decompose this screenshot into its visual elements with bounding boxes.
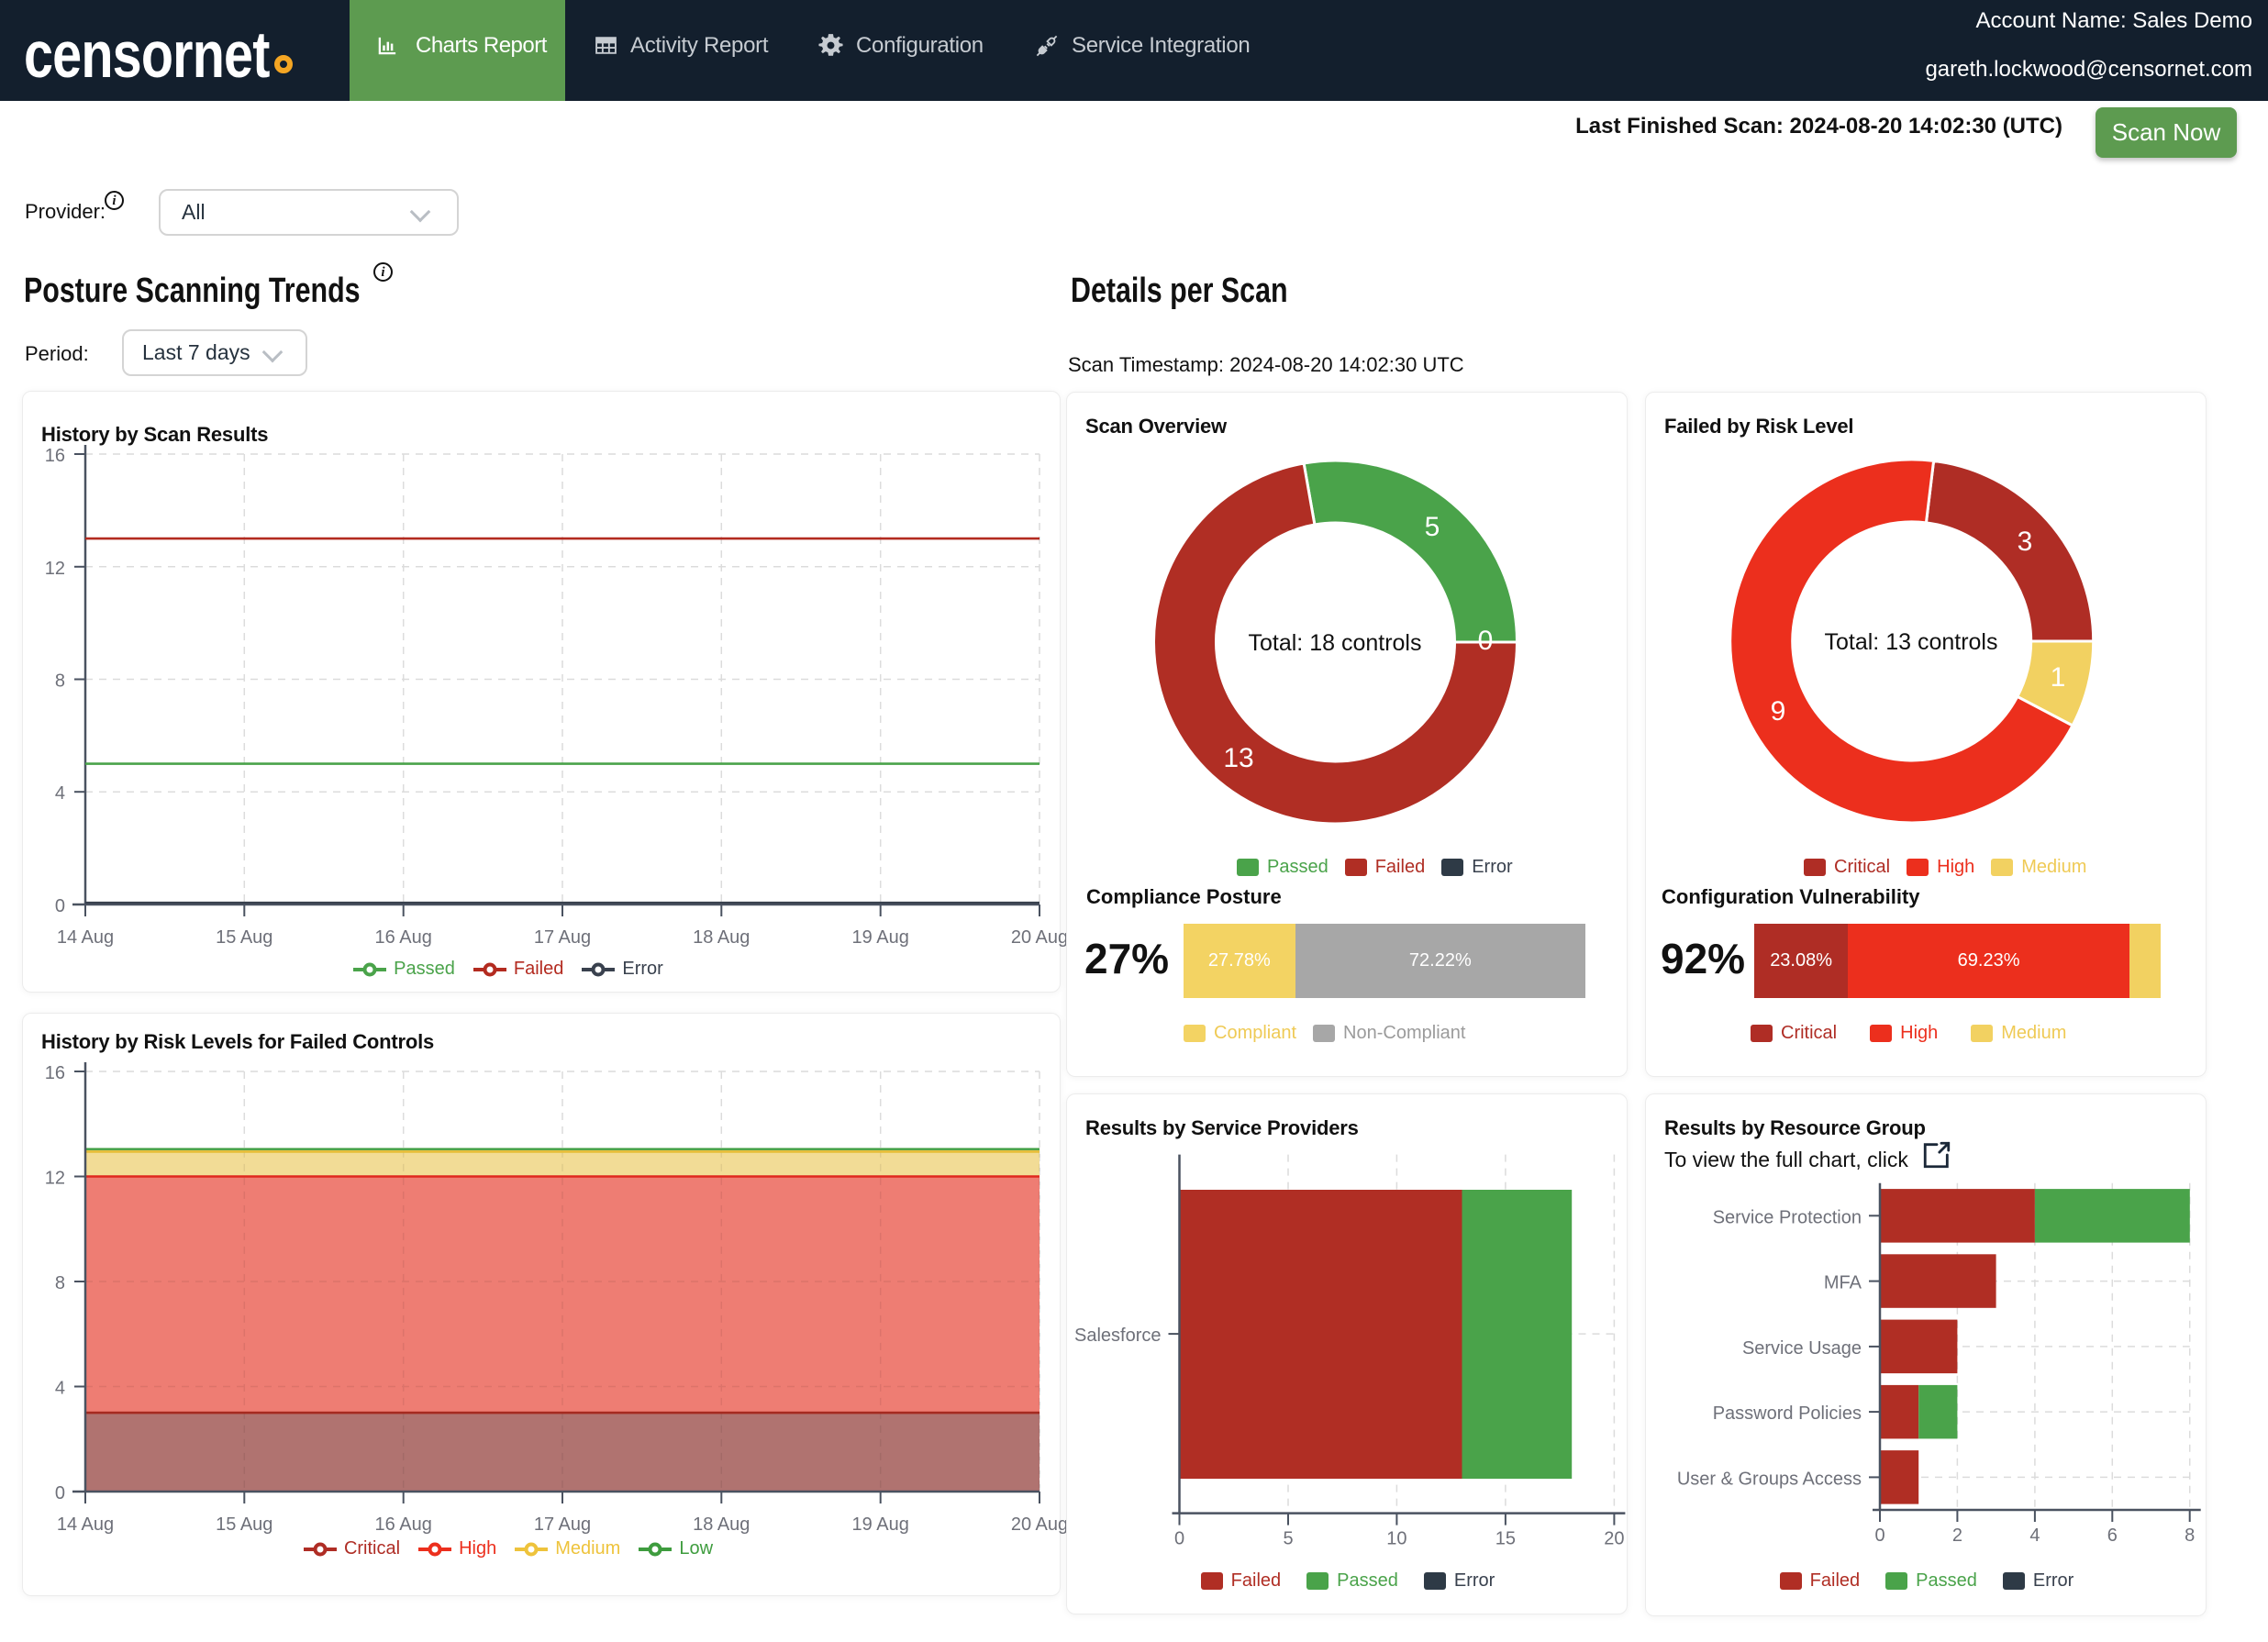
svg-text:Service Usage: Service Usage bbox=[1742, 1338, 1862, 1359]
svg-text:MFA: MFA bbox=[1824, 1273, 1862, 1293]
svg-text:4: 4 bbox=[55, 1379, 65, 1399]
svg-text:16 Aug: 16 Aug bbox=[375, 927, 432, 948]
svg-text:0: 0 bbox=[1478, 626, 1494, 656]
svg-text:20: 20 bbox=[1604, 1529, 1624, 1549]
svg-text:8: 8 bbox=[55, 671, 65, 692]
svg-text:2: 2 bbox=[1952, 1526, 1962, 1546]
svg-text:0: 0 bbox=[1874, 1526, 1884, 1546]
svg-text:12: 12 bbox=[45, 1169, 65, 1189]
svg-text:User & Groups Access: User & Groups Access bbox=[1677, 1469, 1862, 1489]
svg-text:16: 16 bbox=[45, 1063, 65, 1083]
svg-text:0: 0 bbox=[55, 1483, 65, 1503]
svg-text:3: 3 bbox=[2018, 527, 2033, 557]
svg-text:20 Aug: 20 Aug bbox=[1011, 1514, 1068, 1535]
svg-text:0: 0 bbox=[55, 896, 65, 916]
svg-text:16: 16 bbox=[45, 446, 65, 466]
svg-text:4: 4 bbox=[55, 783, 65, 804]
svg-text:15 Aug: 15 Aug bbox=[216, 1514, 272, 1535]
svg-text:5: 5 bbox=[1425, 512, 1440, 542]
svg-text:14 Aug: 14 Aug bbox=[57, 927, 114, 948]
svg-text:0: 0 bbox=[1174, 1529, 1184, 1549]
svg-text:15 Aug: 15 Aug bbox=[216, 927, 272, 948]
svg-text:5: 5 bbox=[1283, 1529, 1293, 1549]
svg-text:17 Aug: 17 Aug bbox=[534, 1514, 591, 1535]
svg-text:8: 8 bbox=[55, 1273, 65, 1293]
svg-text:20 Aug: 20 Aug bbox=[1011, 927, 1068, 948]
svg-text:16 Aug: 16 Aug bbox=[375, 1514, 432, 1535]
svg-text:Total: 13 controls: Total: 13 controls bbox=[1825, 629, 1998, 655]
svg-text:8: 8 bbox=[2185, 1526, 2195, 1546]
svg-text:Salesforce: Salesforce bbox=[1074, 1326, 1162, 1346]
svg-text:6: 6 bbox=[2107, 1526, 2118, 1546]
svg-text:13: 13 bbox=[1223, 743, 1253, 773]
svg-text:4: 4 bbox=[2029, 1526, 2040, 1546]
svg-text:Password Policies: Password Policies bbox=[1713, 1403, 1862, 1424]
svg-text:1: 1 bbox=[2051, 662, 2066, 693]
svg-text:14 Aug: 14 Aug bbox=[57, 1514, 114, 1535]
svg-text:18 Aug: 18 Aug bbox=[693, 1514, 750, 1535]
svg-text:Service Protection: Service Protection bbox=[1713, 1207, 1862, 1227]
svg-text:12: 12 bbox=[45, 559, 65, 579]
svg-text:15: 15 bbox=[1495, 1529, 1516, 1549]
svg-text:10: 10 bbox=[1386, 1529, 1406, 1549]
svg-text:19 Aug: 19 Aug bbox=[852, 927, 909, 948]
svg-text:9: 9 bbox=[1771, 696, 1786, 727]
svg-text:Total: 18 controls: Total: 18 controls bbox=[1249, 630, 1422, 656]
svg-text:19 Aug: 19 Aug bbox=[852, 1514, 909, 1535]
svg-text:18 Aug: 18 Aug bbox=[693, 927, 750, 948]
svg-text:17 Aug: 17 Aug bbox=[534, 927, 591, 948]
